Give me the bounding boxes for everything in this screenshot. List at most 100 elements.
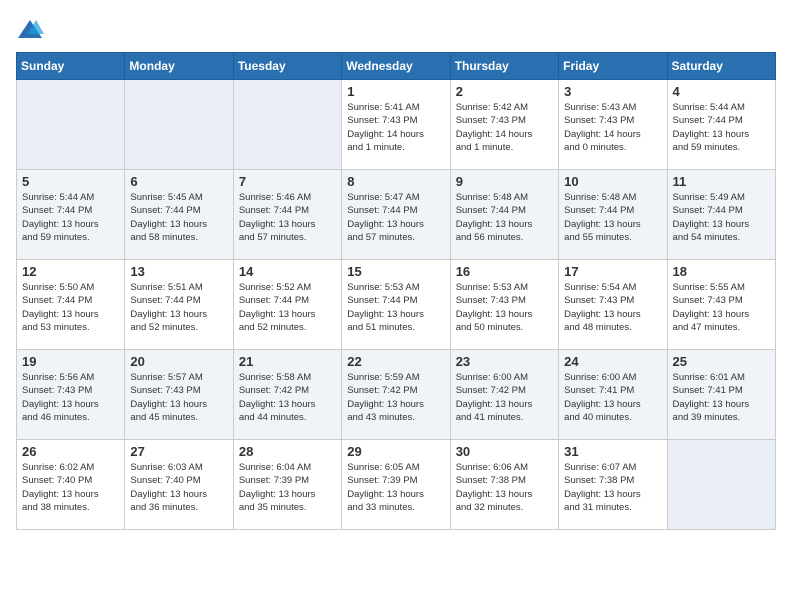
day-number: 12	[22, 264, 119, 279]
day-cell: 14 Sunrise: 5:52 AMSunset: 7:44 PMDayligh…	[233, 260, 341, 350]
day-cell: 6 Sunrise: 5:45 AMSunset: 7:44 PMDaylight…	[125, 170, 233, 260]
day-info: Sunrise: 5:55 AMSunset: 7:43 PMDaylight:…	[673, 281, 770, 334]
day-cell: 29 Sunrise: 6:05 AMSunset: 7:39 PMDayligh…	[342, 440, 450, 530]
day-number: 14	[239, 264, 336, 279]
day-number: 23	[456, 354, 553, 369]
day-cell	[667, 440, 775, 530]
day-info: Sunrise: 5:48 AMSunset: 7:44 PMDaylight:…	[456, 191, 553, 244]
day-cell: 12Sunrise: 5:50 AMSunset: 7:44 PMDayligh…	[17, 260, 125, 350]
day-info: Sunrise: 5:52 AMSunset: 7:44 PMDaylight:…	[239, 281, 336, 334]
day-number: 6	[130, 174, 227, 189]
weekday-header-monday: Monday	[125, 53, 233, 80]
day-info: Sunrise: 5:59 AMSunset: 7:42 PMDaylight:…	[347, 371, 444, 424]
week-row-5: 26Sunrise: 6:02 AMSunset: 7:40 PMDayligh…	[17, 440, 776, 530]
day-cell: 23 Sunrise: 6:00 AMSunset: 7:42 PMDayligh…	[450, 350, 558, 440]
day-cell: 13 Sunrise: 5:51 AMSunset: 7:44 PMDayligh…	[125, 260, 233, 350]
day-number: 15	[347, 264, 444, 279]
day-cell: 7Sunrise: 5:46 AMSunset: 7:44 PMDaylight…	[233, 170, 341, 260]
day-cell: 27 Sunrise: 6:03 AMSunset: 7:40 PMDayligh…	[125, 440, 233, 530]
day-cell: 22Sunrise: 5:59 AMSunset: 7:42 PMDayligh…	[342, 350, 450, 440]
weekday-header-friday: Friday	[559, 53, 667, 80]
day-number: 3	[564, 84, 661, 99]
weekday-header-tuesday: Tuesday	[233, 53, 341, 80]
day-number: 5	[22, 174, 119, 189]
day-info: Sunrise: 5:57 AMSunset: 7:43 PMDaylight:…	[130, 371, 227, 424]
day-info: Sunrise: 6:03 AMSunset: 7:40 PMDaylight:…	[130, 461, 227, 514]
day-number: 29	[347, 444, 444, 459]
day-number: 30	[456, 444, 553, 459]
day-cell: 3 Sunrise: 5:43 AMSunset: 7:43 PMDaylight…	[559, 80, 667, 170]
day-number: 4	[673, 84, 770, 99]
day-info: Sunrise: 5:54 AMSunset: 7:43 PMDaylight:…	[564, 281, 661, 334]
weekday-header-wednesday: Wednesday	[342, 53, 450, 80]
day-info: Sunrise: 6:06 AMSunset: 7:38 PMDaylight:…	[456, 461, 553, 514]
day-cell: 11 Sunrise: 5:49 AMSunset: 7:44 PMDayligh…	[667, 170, 775, 260]
week-row-1: 1Sunrise: 5:41 AMSunset: 7:43 PMDaylight…	[17, 80, 776, 170]
day-info: Sunrise: 5:44 AMSunset: 7:44 PMDaylight:…	[22, 191, 119, 244]
logo-icon	[16, 16, 44, 44]
day-info: Sunrise: 5:44 AMSunset: 7:44 PMDaylight:…	[673, 101, 770, 154]
day-number: 11	[673, 174, 770, 189]
day-cell: 16 Sunrise: 5:53 AMSunset: 7:43 PMDayligh…	[450, 260, 558, 350]
day-cell: 31 Sunrise: 6:07 AMSunset: 7:38 PMDayligh…	[559, 440, 667, 530]
day-info: Sunrise: 6:05 AMSunset: 7:39 PMDaylight:…	[347, 461, 444, 514]
day-cell	[233, 80, 341, 170]
day-cell: 28 Sunrise: 6:04 AMSunset: 7:39 PMDayligh…	[233, 440, 341, 530]
logo	[16, 16, 46, 44]
day-info: Sunrise: 5:58 AMSunset: 7:42 PMDaylight:…	[239, 371, 336, 424]
day-cell: 20 Sunrise: 5:57 AMSunset: 7:43 PMDayligh…	[125, 350, 233, 440]
day-info: Sunrise: 5:43 AMSunset: 7:43 PMDaylight:…	[564, 101, 661, 154]
day-number: 1	[347, 84, 444, 99]
weekday-header-thursday: Thursday	[450, 53, 558, 80]
day-cell: 8Sunrise: 5:47 AMSunset: 7:44 PMDaylight…	[342, 170, 450, 260]
day-number: 31	[564, 444, 661, 459]
day-info: Sunrise: 5:56 AMSunset: 7:43 PMDaylight:…	[22, 371, 119, 424]
day-number: 20	[130, 354, 227, 369]
day-number: 21	[239, 354, 336, 369]
day-number: 9	[456, 174, 553, 189]
day-info: Sunrise: 5:49 AMSunset: 7:44 PMDaylight:…	[673, 191, 770, 244]
day-number: 16	[456, 264, 553, 279]
day-number: 17	[564, 264, 661, 279]
day-info: Sunrise: 5:53 AMSunset: 7:43 PMDaylight:…	[456, 281, 553, 334]
day-cell	[125, 80, 233, 170]
day-number: 8	[347, 174, 444, 189]
day-info: Sunrise: 5:51 AMSunset: 7:44 PMDaylight:…	[130, 281, 227, 334]
day-cell: 17 Sunrise: 5:54 AMSunset: 7:43 PMDayligh…	[559, 260, 667, 350]
day-info: Sunrise: 5:53 AMSunset: 7:44 PMDaylight:…	[347, 281, 444, 334]
calendar-table: SundayMondayTuesdayWednesdayThursdayFrid…	[16, 52, 776, 530]
day-cell: 19 Sunrise: 5:56 AMSunset: 7:43 PMDayligh…	[17, 350, 125, 440]
day-number: 7	[239, 174, 336, 189]
day-number: 19	[22, 354, 119, 369]
day-number: 25	[673, 354, 770, 369]
day-cell: 9 Sunrise: 5:48 AMSunset: 7:44 PMDaylight…	[450, 170, 558, 260]
day-info: Sunrise: 5:42 AMSunset: 7:43 PMDaylight:…	[456, 101, 553, 154]
day-cell: 25 Sunrise: 6:01 AMSunset: 7:41 PMDayligh…	[667, 350, 775, 440]
day-cell: 26Sunrise: 6:02 AMSunset: 7:40 PMDayligh…	[17, 440, 125, 530]
day-info: Sunrise: 5:45 AMSunset: 7:44 PMDaylight:…	[130, 191, 227, 244]
day-number: 28	[239, 444, 336, 459]
day-cell: 5 Sunrise: 5:44 AMSunset: 7:44 PMDaylight…	[17, 170, 125, 260]
week-row-2: 5 Sunrise: 5:44 AMSunset: 7:44 PMDaylight…	[17, 170, 776, 260]
day-number: 18	[673, 264, 770, 279]
page-header	[16, 16, 776, 44]
day-info: Sunrise: 6:00 AMSunset: 7:42 PMDaylight:…	[456, 371, 553, 424]
day-info: Sunrise: 6:07 AMSunset: 7:38 PMDaylight:…	[564, 461, 661, 514]
day-cell: 2 Sunrise: 5:42 AMSunset: 7:43 PMDaylight…	[450, 80, 558, 170]
weekday-header-row: SundayMondayTuesdayWednesdayThursdayFrid…	[17, 53, 776, 80]
day-cell: 1Sunrise: 5:41 AMSunset: 7:43 PMDaylight…	[342, 80, 450, 170]
day-cell: 18 Sunrise: 5:55 AMSunset: 7:43 PMDayligh…	[667, 260, 775, 350]
day-number: 24	[564, 354, 661, 369]
day-number: 10	[564, 174, 661, 189]
day-info: Sunrise: 6:01 AMSunset: 7:41 PMDaylight:…	[673, 371, 770, 424]
weekday-header-sunday: Sunday	[17, 53, 125, 80]
week-row-4: 19 Sunrise: 5:56 AMSunset: 7:43 PMDayligh…	[17, 350, 776, 440]
day-cell: 4 Sunrise: 5:44 AMSunset: 7:44 PMDaylight…	[667, 80, 775, 170]
day-number: 13	[130, 264, 227, 279]
day-number: 27	[130, 444, 227, 459]
day-info: Sunrise: 6:04 AMSunset: 7:39 PMDaylight:…	[239, 461, 336, 514]
week-row-3: 12Sunrise: 5:50 AMSunset: 7:44 PMDayligh…	[17, 260, 776, 350]
day-cell: 21 Sunrise: 5:58 AMSunset: 7:42 PMDayligh…	[233, 350, 341, 440]
day-number: 2	[456, 84, 553, 99]
day-info: Sunrise: 6:02 AMSunset: 7:40 PMDaylight:…	[22, 461, 119, 514]
